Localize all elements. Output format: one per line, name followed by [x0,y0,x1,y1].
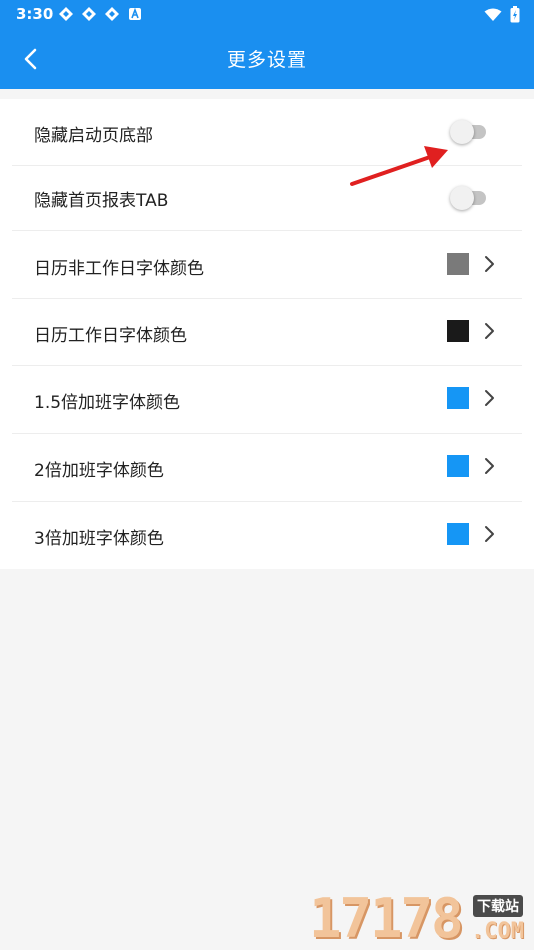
setting-label: 3倍加班字体颜色 [34,529,164,549]
setting-row-workday-color[interactable]: 日历工作日字体颜色 [12,299,522,366]
app-notification-icon [82,7,96,21]
color-swatch [447,455,469,477]
setting-row-overtime-3x-color[interactable]: 3倍加班字体颜色 [12,502,522,568]
setting-label: 2倍加班字体颜色 [34,461,164,481]
site-watermark: 17178 下载站 .COM [305,885,534,950]
chevron-right-icon [485,323,494,339]
watermark-badge: 下载站 [473,895,523,917]
setting-row-overtime-2x-color[interactable]: 2倍加班字体颜色 [12,434,522,502]
watermark-domain: .COM [471,919,524,944]
a-letter-notification-icon [129,7,141,20]
battery-charging-icon [510,6,520,23]
setting-row-overtime-1-5x-color[interactable]: 1.5倍加班字体颜色 [12,366,522,434]
color-swatch [447,387,469,409]
setting-label: 隐藏启动页底部 [34,126,153,146]
status-bar: 3:30 [0,0,534,28]
app-notification-icon [59,7,73,21]
hide-report-tab-toggle[interactable] [450,186,490,210]
status-time: 3:30 [16,5,54,23]
system-icons [484,6,520,23]
setting-row-nonworkday-color[interactable]: 日历非工作日字体颜色 [12,231,522,299]
hide-launch-footer-toggle[interactable] [450,120,490,144]
annotation-arrow-icon [350,146,448,186]
chevron-right-icon [485,390,494,406]
color-swatch [447,253,469,275]
setting-label: 日历非工作日字体颜色 [34,259,204,279]
page-title: 更多设置 [226,49,307,71]
app-bar: 更多设置 [0,28,534,89]
color-swatch [447,523,469,545]
wifi-icon [484,8,502,21]
color-swatch [447,320,469,342]
setting-label: 1.5倍加班字体颜色 [34,393,181,413]
chevron-right-icon [485,458,494,474]
notification-icons [58,6,143,22]
watermark-digits: 17178 [309,887,464,950]
chevron-right-icon [485,256,494,272]
app-notification-icon [105,7,119,21]
setting-label: 日历工作日字体颜色 [34,326,187,346]
chevron-right-icon [485,526,494,542]
setting-label: 隐藏首页报表TAB [34,191,169,211]
